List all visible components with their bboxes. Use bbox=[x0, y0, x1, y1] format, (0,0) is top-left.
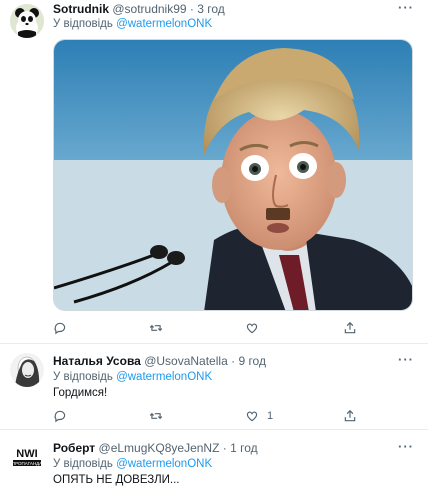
retweet-button[interactable] bbox=[149, 408, 171, 424]
timestamp[interactable]: 3 год bbox=[197, 2, 225, 16]
retweet-button[interactable] bbox=[149, 320, 171, 336]
tweet-2[interactable]: Наталья Усова @UsovaNatella · 9 год ··· … bbox=[0, 344, 428, 430]
tweet-actions bbox=[53, 320, 363, 336]
reply-mention-link[interactable]: @watermelonONK bbox=[116, 371, 212, 383]
tweet-actions: 1 bbox=[53, 408, 363, 424]
reply-button[interactable] bbox=[53, 408, 75, 424]
share-icon bbox=[344, 321, 356, 334]
tweet-text: ОПЯТЬ НЕ ДОВЕЗЛИ... bbox=[53, 474, 180, 486]
separator-dot: · bbox=[189, 2, 194, 16]
reply-mention-link[interactable]: @watermelonONK bbox=[116, 18, 212, 30]
heart-icon bbox=[246, 411, 258, 422]
retweet-icon bbox=[149, 412, 163, 420]
more-options-icon[interactable]: ··· bbox=[398, 1, 414, 16]
tweet-header: Роберт @eLmugKQ8yeJenNZ · 1 год bbox=[53, 441, 402, 455]
reply-prefix: У відповідь bbox=[53, 18, 113, 30]
author-name[interactable]: Sotrudnik bbox=[53, 2, 109, 16]
nwi-propaganda-logo-icon[interactable]: NWI ПРОПАГАНДА bbox=[10, 440, 44, 474]
reply-prefix: У відповідь bbox=[53, 458, 113, 470]
reply-prefix: У відповідь bbox=[53, 371, 113, 383]
panda-avatar-icon[interactable] bbox=[10, 4, 44, 38]
svg-text:ПРОПАГАНДА: ПРОПАГАНДА bbox=[12, 461, 42, 466]
share-icon bbox=[344, 409, 356, 422]
bw-portrait-avatar-icon[interactable] bbox=[10, 353, 44, 387]
separator-dot: · bbox=[231, 354, 236, 368]
like-button[interactable]: 1 bbox=[245, 408, 273, 424]
reply-context: У відповідь @watermelonONK bbox=[53, 457, 212, 471]
author-handle[interactable]: @UsovaNatella bbox=[144, 354, 228, 368]
svg-text:NWI: NWI bbox=[16, 448, 37, 460]
reply-mention-link[interactable]: @watermelonONK bbox=[116, 458, 212, 470]
tweet-1[interactable]: Sotrudnik @sotrudnik99 · 3 год ··· У від… bbox=[0, 0, 428, 344]
share-button[interactable] bbox=[343, 408, 357, 424]
tweet-3[interactable]: NWI ПРОПАГАНДА Роберт @eLmugKQ8yeJenNZ ·… bbox=[0, 430, 428, 494]
more-options-icon[interactable]: ··· bbox=[398, 440, 414, 455]
timestamp[interactable]: 1 год bbox=[230, 441, 258, 455]
reply-icon bbox=[54, 410, 66, 423]
tweet-text: Гордимся! bbox=[53, 387, 108, 399]
author-handle[interactable]: @eLmugKQ8yeJenNZ bbox=[99, 441, 220, 455]
like-count: 1 bbox=[267, 410, 274, 422]
reply-context: У відповідь @watermelonONK bbox=[53, 370, 212, 384]
retweet-icon bbox=[149, 324, 163, 332]
tweet-header: Sotrudnik @sotrudnik99 · 3 год bbox=[53, 2, 402, 16]
reply-icon bbox=[54, 322, 66, 335]
reply-context: У відповідь @watermelonONK bbox=[53, 17, 212, 31]
like-button[interactable] bbox=[245, 320, 267, 336]
separator-dot: · bbox=[222, 441, 227, 455]
author-name[interactable]: Роберт bbox=[53, 441, 95, 455]
share-button[interactable] bbox=[343, 320, 357, 336]
tweet-media-image[interactable] bbox=[53, 39, 413, 311]
author-handle[interactable]: @sotrudnik99 bbox=[112, 2, 186, 16]
more-options-icon[interactable]: ··· bbox=[398, 353, 414, 368]
tweet-header: Наталья Усова @UsovaNatella · 9 год bbox=[53, 354, 402, 368]
timestamp[interactable]: 9 год bbox=[238, 354, 266, 368]
heart-icon bbox=[246, 323, 258, 334]
author-name[interactable]: Наталья Усова bbox=[53, 354, 141, 368]
reply-button[interactable] bbox=[53, 320, 75, 336]
